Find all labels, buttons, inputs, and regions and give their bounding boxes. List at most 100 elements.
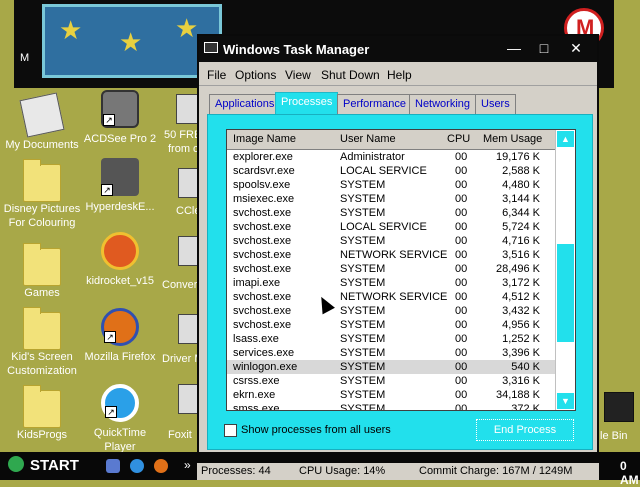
- show-all-processes-checkbox[interactable]: [224, 424, 237, 437]
- desktop-icon-kids-screen-customization[interactable]: Kid's Screen Customization: [0, 307, 84, 378]
- table-row[interactable]: svchost.exe SYSTEM 00 6,344 K: [227, 206, 557, 220]
- task-manager-icon: [204, 42, 218, 53]
- column-headers: Image Name User Name CPU Mem Usage: [227, 130, 557, 150]
- maximize-button[interactable]: □: [533, 39, 555, 57]
- process-list[interactable]: Image Name User Name CPU Mem Usage explo…: [226, 129, 576, 411]
- start-button[interactable]: START: [8, 455, 96, 477]
- desktop-icon-hyperdesk[interactable]: ↗ HyperdeskE...: [78, 158, 162, 214]
- star-icon: ★: [119, 27, 143, 57]
- table-row[interactable]: spoolsv.exe SYSTEM 00 4,480 K: [227, 178, 557, 192]
- menu-shut-down[interactable]: Shut Down: [321, 68, 380, 82]
- column-image-name[interactable]: Image Name: [233, 133, 296, 145]
- partial-icon-label: from c: [168, 143, 199, 155]
- browser-quicklaunch-icon[interactable]: [130, 459, 144, 473]
- table-row[interactable]: svchost.exe SYSTEM 00 28,496 K: [227, 262, 557, 276]
- table-row[interactable]: smss.exe SYSTEM 00 372 K: [227, 402, 557, 410]
- documents-icon: [19, 92, 65, 138]
- process-mem: 19,176 K: [495, 151, 540, 163]
- tab-networking[interactable]: Networking: [409, 94, 477, 114]
- desktop-icon-kidsprogs[interactable]: KidsProgs: [0, 385, 84, 442]
- close-button[interactable]: ✕: [565, 39, 587, 57]
- quicktime-icon: ↗: [101, 384, 139, 422]
- table-row[interactable]: winlogon.exe SYSTEM 00 540 K: [227, 360, 557, 374]
- process-mem: 3,316 K: [502, 375, 540, 387]
- process-user: SYSTEM: [340, 277, 386, 289]
- table-row[interactable]: svchost.exe NETWORK SERVICE 00 4,512 K: [227, 290, 557, 304]
- desktop-icon-my-documents[interactable]: My Documents: [0, 92, 84, 152]
- end-process-button[interactable]: End Process: [476, 419, 574, 441]
- process-name: svchost.exe: [233, 249, 292, 261]
- process-cpu: 00: [455, 221, 468, 233]
- column-cpu[interactable]: CPU: [447, 133, 470, 145]
- desktop-icon-disney-pictures[interactable]: Disney Pictures For Colouring: [0, 159, 84, 230]
- scrollbar-thumb[interactable]: [557, 244, 574, 342]
- tab-performance[interactable]: Performance: [337, 94, 412, 114]
- desktop-icon-acdsee[interactable]: ↗ ACDSee Pro 2: [78, 90, 162, 146]
- process-name: lsass.exe: [233, 333, 279, 345]
- column-user-name[interactable]: User Name: [340, 133, 396, 145]
- process-cpu: 00: [455, 277, 468, 289]
- process-rows: explorer.exe Administrator 00 19,176 Kscard…: [227, 150, 557, 410]
- desktop-icon-mozilla-firefox[interactable]: ↗ Mozilla Firefox: [78, 308, 162, 364]
- minimize-button[interactable]: —: [503, 39, 525, 57]
- process-mem: 2,588 K: [502, 165, 540, 177]
- recycle-bin-icon[interactable]: [604, 392, 634, 422]
- tab-applications[interactable]: Applications: [209, 94, 281, 114]
- table-row[interactable]: svchost.exe SYSTEM 00 4,716 K: [227, 234, 557, 248]
- process-mem: 3,516 K: [502, 249, 540, 261]
- table-row[interactable]: ekrn.exe SYSTEM 00 34,188 K: [227, 388, 557, 402]
- show-all-processes-label: Show processes from all users: [241, 424, 391, 436]
- process-user: SYSTEM: [340, 207, 386, 219]
- process-name: svchost.exe: [233, 207, 292, 219]
- scroll-up-icon[interactable]: ▲: [557, 131, 574, 147]
- rocket-icon: [101, 232, 139, 270]
- process-cpu: 00: [455, 165, 468, 177]
- process-user: Administrator: [340, 151, 405, 163]
- menu-bar: File Options View Shut Down Help: [199, 64, 597, 86]
- table-row[interactable]: imapi.exe SYSTEM 00 3,172 K: [227, 276, 557, 290]
- vertical-scrollbar[interactable]: ▲ ▼: [555, 130, 575, 410]
- process-mem: 34,188 K: [495, 389, 540, 401]
- table-row[interactable]: svchost.exe SYSTEM 00 4,956 K: [227, 318, 557, 332]
- menu-help[interactable]: Help: [387, 68, 412, 82]
- tab-users[interactable]: Users: [475, 94, 516, 114]
- scroll-down-icon[interactable]: ▼: [557, 393, 574, 409]
- menu-view[interactable]: View: [285, 68, 311, 82]
- table-row[interactable]: svchost.exe SYSTEM 00 3,432 K: [227, 304, 557, 318]
- tab-strip: Applications Processes Performance Netwo…: [207, 92, 589, 115]
- process-mem: 372 K: [511, 403, 540, 410]
- firefox-icon: ↗: [101, 308, 139, 346]
- table-row[interactable]: lsass.exe SYSTEM 00 1,252 K: [227, 332, 557, 346]
- table-row[interactable]: msiexec.exe SYSTEM 00 3,144 K: [227, 192, 557, 206]
- process-name: svchost.exe: [233, 221, 292, 233]
- table-row[interactable]: services.exe SYSTEM 00 3,396 K: [227, 346, 557, 360]
- process-user: NETWORK SERVICE: [340, 249, 448, 261]
- table-row[interactable]: scardsvr.exe LOCAL SERVICE 00 2,588 K: [227, 164, 557, 178]
- quicklaunch-chevron-icon[interactable]: »: [184, 458, 191, 472]
- processes-panel: Image Name User Name CPU Mem Usage explo…: [207, 114, 593, 450]
- desktop-icon-quicktime[interactable]: ↗ QuickTime Player: [78, 384, 162, 454]
- process-mem: 1,252 K: [502, 333, 540, 345]
- process-mem: 3,432 K: [502, 305, 540, 317]
- process-cpu: 00: [455, 193, 468, 205]
- table-row[interactable]: svchost.exe LOCAL SERVICE 00 5,724 K: [227, 220, 557, 234]
- process-user: SYSTEM: [340, 403, 386, 410]
- menu-file[interactable]: File: [207, 68, 226, 82]
- process-name: imapi.exe: [233, 277, 281, 289]
- desktop-icon-label: Kid's Screen Customization: [7, 351, 77, 377]
- menu-options[interactable]: Options: [235, 68, 276, 82]
- process-user: SYSTEM: [340, 333, 386, 345]
- desktop-icon-kidrocket[interactable]: kidrocket_v15: [78, 232, 162, 288]
- start-label: START: [30, 457, 79, 474]
- process-name: smss.exe: [233, 403, 280, 410]
- table-row[interactable]: csrss.exe SYSTEM 00 3,316 K: [227, 374, 557, 388]
- table-row[interactable]: explorer.exe Administrator 00 19,176 K: [227, 150, 557, 164]
- column-mem-usage[interactable]: Mem Usage: [483, 133, 542, 145]
- tab-processes[interactable]: Processes: [275, 92, 339, 115]
- desktop-icon-games[interactable]: Games: [0, 243, 84, 300]
- table-row[interactable]: svchost.exe NETWORK SERVICE 00 3,516 K: [227, 248, 557, 262]
- desktop-quicklaunch-icon[interactable]: [106, 459, 120, 473]
- window-title: Windows Task Manager: [223, 42, 370, 57]
- title-bar[interactable]: Windows Task Manager — □ ✕: [199, 36, 597, 62]
- firefox-quicklaunch-icon[interactable]: [154, 459, 168, 473]
